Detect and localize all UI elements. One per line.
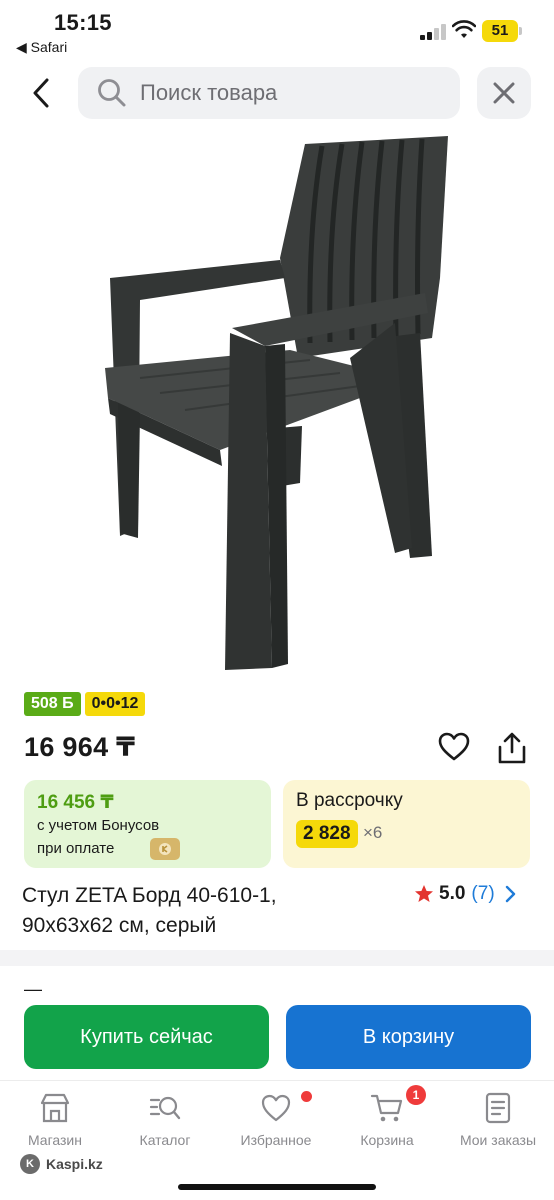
back-to-safari-link[interactable]: ◀ Safari	[16, 39, 67, 56]
product-badges: 508 Б 0•0•12	[24, 692, 146, 716]
cart-icon	[370, 1094, 403, 1122]
tab-label: Магазин	[27, 1132, 82, 1148]
bonus-price: 16 456 ₸	[37, 792, 114, 813]
favorites-dot-badge	[301, 1091, 312, 1102]
product-price: 16 964 ₸	[24, 732, 136, 762]
product-title-line1: Стул ZETA Борд 40-610-1,	[22, 884, 277, 907]
reviews-count: (7)	[471, 883, 495, 904]
rating-value: 5.0	[439, 883, 466, 904]
site-label: K Kaspi.kz	[20, 1154, 103, 1174]
search-bar[interactable]	[78, 67, 460, 119]
buy-now-button[interactable]: Купить сейчас	[24, 1005, 269, 1069]
product-title-line2: 90x63x62 см, серый	[22, 914, 217, 937]
tab-my-orders[interactable]: Мои заказы	[443, 1091, 553, 1148]
home-indicator[interactable]	[178, 1184, 376, 1190]
search-icon	[98, 79, 126, 107]
tab-shop[interactable]: Магазин	[0, 1091, 110, 1148]
bottom-sheet	[0, 966, 554, 1006]
rating-link[interactable]: 5.0 (7)	[414, 883, 517, 905]
installment-months: ×6	[363, 823, 383, 842]
tab-bar: Магазин Каталог Избранное 1 Корзина Мои …	[0, 1080, 554, 1200]
add-to-cart-button[interactable]: В корзину	[286, 1005, 531, 1069]
tab-label: Избранное	[240, 1132, 312, 1148]
back-button[interactable]	[20, 72, 62, 114]
search-input[interactable]	[140, 80, 440, 106]
status-time: 15:15	[54, 10, 112, 35]
installment-amount: 2 828	[296, 820, 358, 848]
heart-icon	[261, 1094, 291, 1122]
tab-cart[interactable]: 1 Корзина	[332, 1085, 442, 1148]
kaspi-gold-card-icon	[150, 838, 180, 860]
tab-catalog[interactable]: Каталог	[110, 1091, 220, 1148]
orders-icon	[485, 1092, 511, 1124]
status-bar: 15:15 ◀ Safari 51	[0, 0, 554, 62]
kaspi-logo-icon: K	[20, 1154, 40, 1174]
installment-title: В рассрочку	[296, 790, 403, 811]
battery-indicator: 51	[482, 20, 518, 42]
close-icon	[493, 82, 515, 104]
installment-badge: 0•0•12	[84, 692, 146, 716]
chevron-right-icon	[505, 885, 515, 903]
bonus-badge: 508 Б	[24, 692, 81, 716]
sheet-dash: —	[24, 979, 42, 999]
tab-label: Каталог	[139, 1132, 191, 1148]
site-name: Kaspi.kz	[46, 1156, 103, 1172]
installment-card[interactable]: В рассрочку 2 828 ×6	[283, 780, 530, 868]
product-title: Стул ZETA Борд 40-610-1, 90x63x62 см, се…	[22, 881, 342, 941]
product-photo[interactable]	[60, 128, 500, 680]
close-button[interactable]	[477, 67, 531, 119]
tab-favorites[interactable]: Избранное	[221, 1091, 331, 1148]
star-icon	[415, 885, 433, 902]
battery-tip	[519, 27, 522, 35]
shop-icon	[40, 1093, 70, 1123]
bonus-price-card[interactable]: 16 456 ₸ с учетом Бонусов при оплате	[24, 780, 271, 868]
bonus-payment-note: при оплате	[37, 840, 115, 857]
catalog-search-icon	[149, 1096, 181, 1120]
tab-label: Корзина	[360, 1132, 414, 1148]
cellular-signal-icon	[420, 24, 446, 40]
tab-label: Мои заказы	[459, 1132, 537, 1148]
chevron-left-icon	[33, 78, 49, 108]
share-icon[interactable]	[494, 730, 530, 766]
wifi-icon	[452, 20, 476, 38]
cart-count-badge: 1	[406, 1085, 426, 1105]
section-separator	[0, 950, 554, 966]
heart-icon[interactable]	[437, 730, 471, 764]
bonus-note: с учетом Бонусов	[37, 817, 160, 834]
